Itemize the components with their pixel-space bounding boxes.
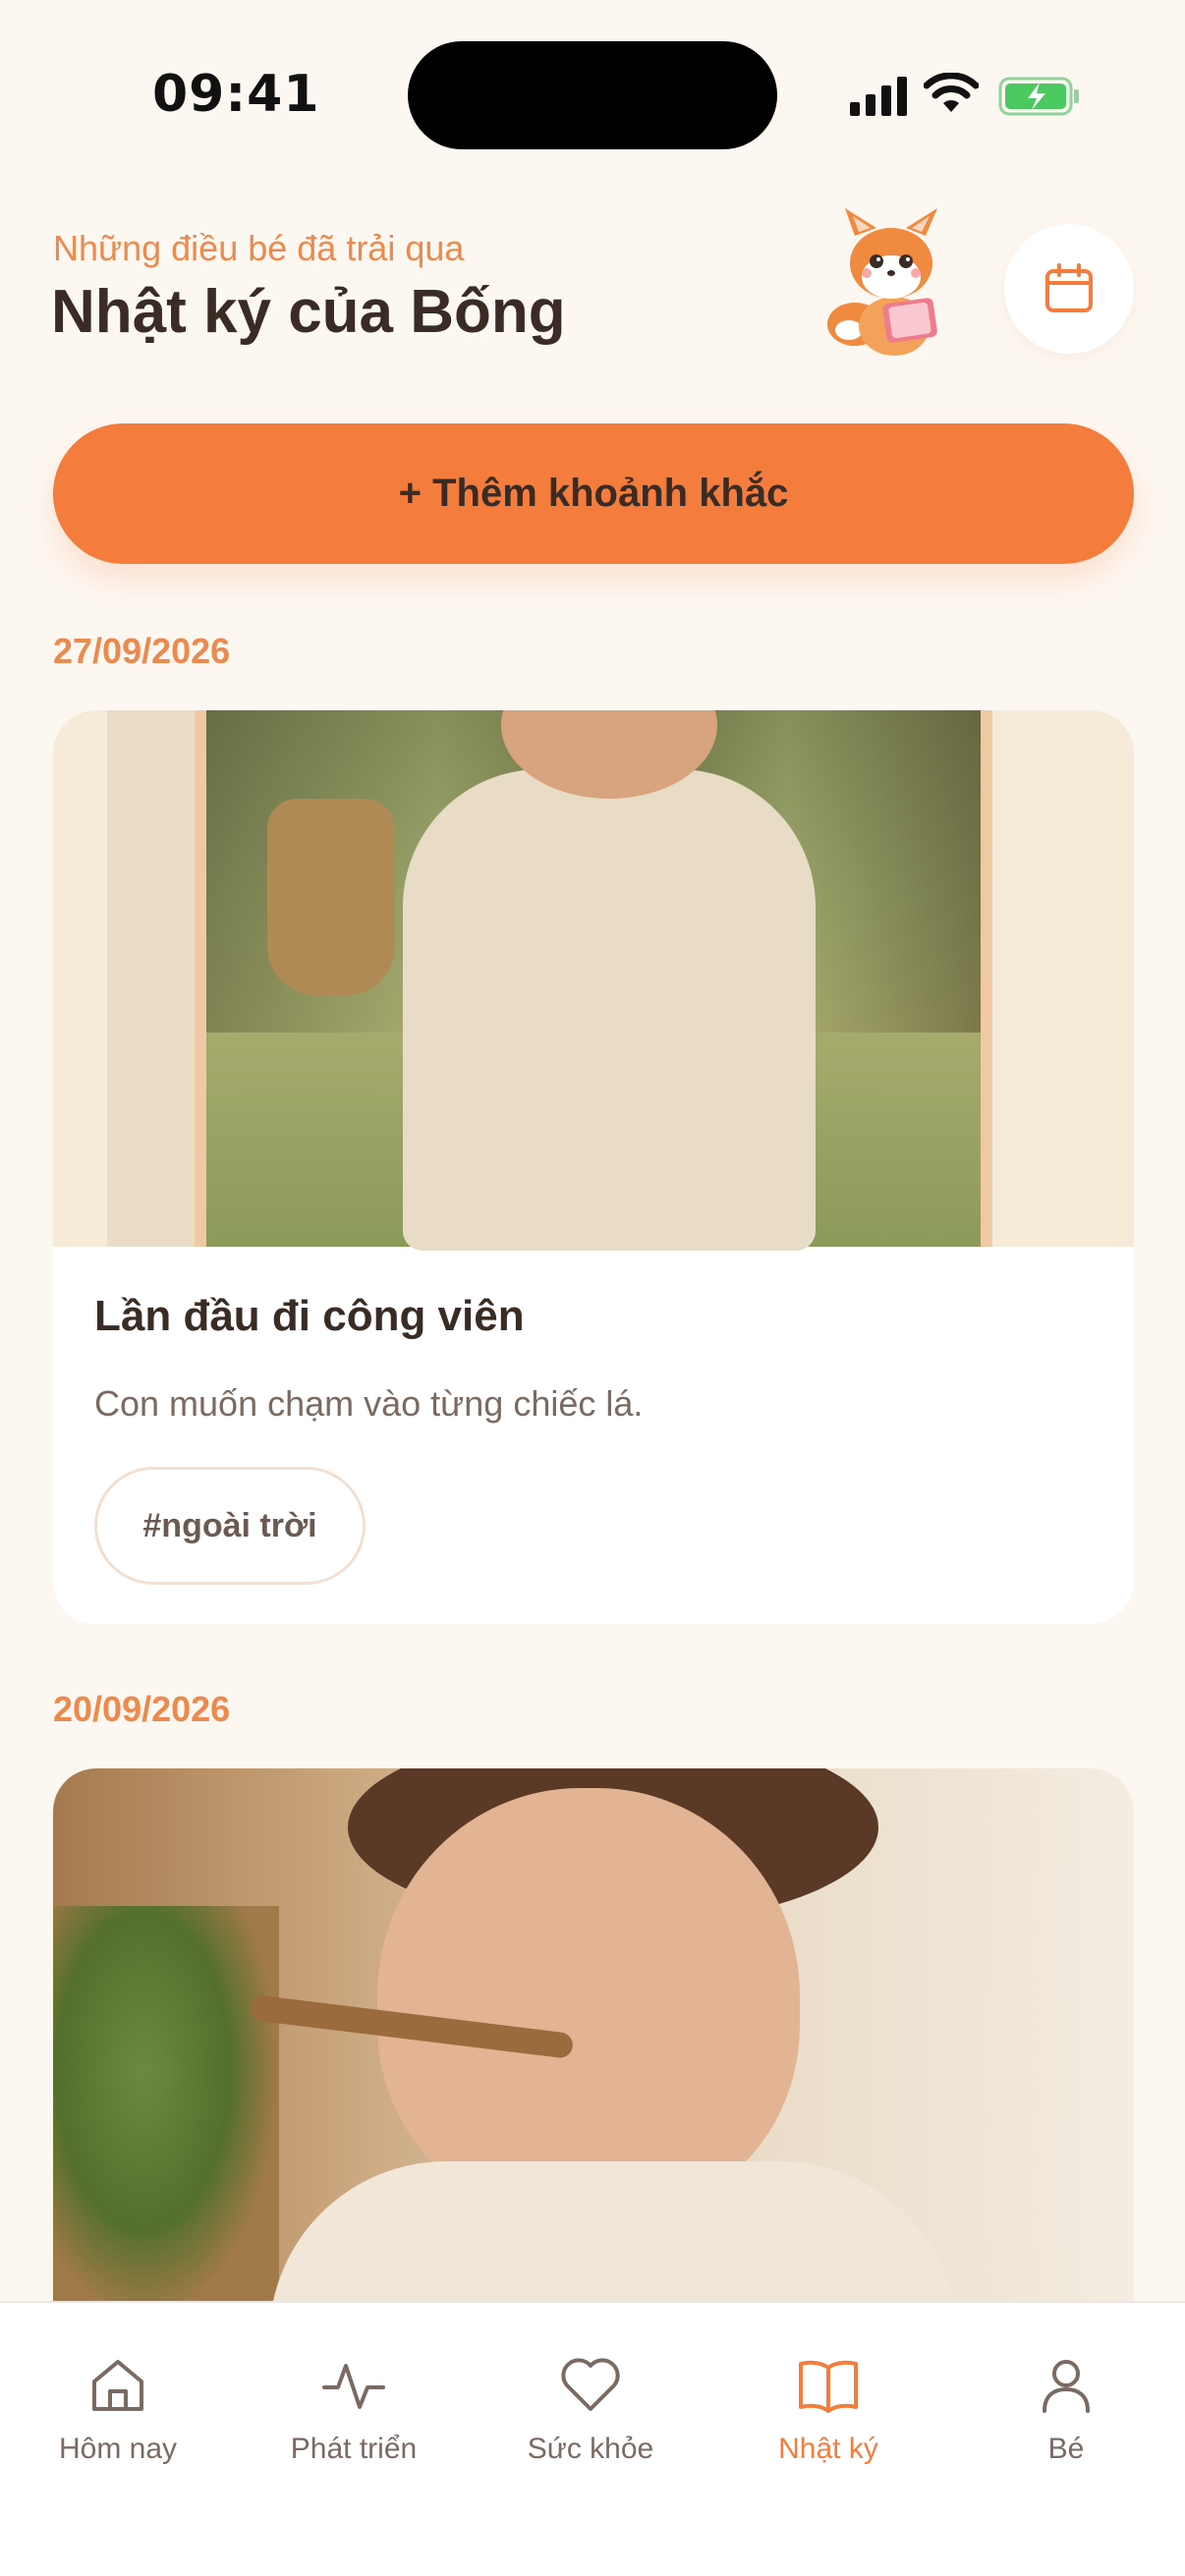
calendar-icon (1045, 263, 1093, 312)
page-title: Nhật ký của Bống (51, 278, 566, 346)
battery-charging-icon (998, 77, 1079, 116)
wifi-icon (924, 73, 979, 112)
tab-health[interactable]: Sức khỏe (492, 2352, 689, 2466)
tab-label: Hôm nay (58, 2433, 178, 2465)
tab-today[interactable]: Hôm nay (20, 2352, 216, 2466)
add-moment-button[interactable]: + Thêm khoảnh khắc (53, 423, 1134, 564)
entry-description: Con muốn chạm vào từng chiếc lá. (94, 1383, 644, 1424)
diary-entry-card[interactable] (53, 1768, 1134, 2319)
tab-development[interactable]: Phát triển (255, 2352, 452, 2466)
entry-date: 27/09/2026 (53, 631, 231, 671)
entry-photo (53, 1768, 1134, 2319)
calendar-button[interactable] (1004, 224, 1134, 354)
tab-diary[interactable]: Nhật ký (730, 2352, 927, 2466)
status-time: 09:41 (152, 65, 320, 124)
entry-photo (53, 710, 1134, 1251)
tab-label: Phát triển (290, 2433, 418, 2465)
dynamic-island (408, 41, 777, 149)
tab-baby[interactable]: Bé (968, 2352, 1164, 2466)
fox-mascot-icon (827, 208, 937, 356)
tab-label: Bé (1047, 2433, 1085, 2465)
tab-label: Nhật ký (778, 2433, 878, 2465)
entry-title: Lần đầu đi công viên (94, 1292, 525, 1340)
cellular-signal-icon (850, 77, 907, 116)
book-icon (799, 2360, 858, 2413)
status-bar: 09:41 (0, 0, 1185, 196)
bottom-tab-bar: Hôm nay Phát triển Sức khỏe Nhật ký Bé (0, 2301, 1185, 2576)
tab-label: Sức khỏe (527, 2433, 654, 2465)
user-icon (1043, 2360, 1090, 2413)
activity-icon (322, 2364, 385, 2409)
entry-tag[interactable]: #ngoài trời (94, 1467, 366, 1585)
entry-date: 20/09/2026 (53, 1689, 231, 1729)
home-icon (92, 2360, 143, 2411)
diary-entry-card[interactable]: Lần đầu đi công viên Con muốn chạm vào t… (53, 710, 1134, 1624)
page-subtitle: Những điều bé đã trải qua (53, 228, 465, 268)
heart-icon (561, 2358, 620, 2411)
